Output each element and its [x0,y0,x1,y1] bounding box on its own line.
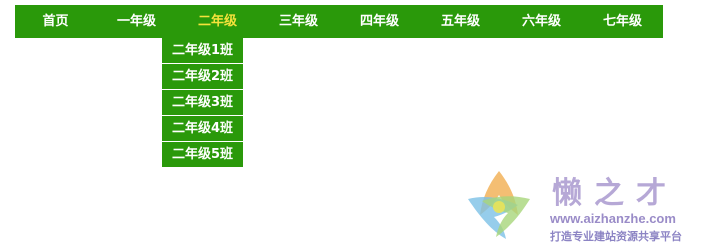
page: 首页 一年级 二年级 三年级 四年级 五年级 六年级 七年级 二年级1班 二年级… [0,0,703,245]
nav-item-grade-5[interactable]: 五年级 [420,5,501,38]
nav-item-label: 七年级 [602,14,642,29]
nav-item-grade-2[interactable]: 二年级 [177,5,258,38]
nav-item-grade-3[interactable]: 三年级 [258,5,339,38]
nav-item-label: 首页 [42,14,69,29]
watermark-logo-icon [468,171,530,239]
dropdown-item-class-5[interactable]: 二年级5班 [162,142,243,167]
nav-item-grade-4[interactable]: 四年级 [339,5,420,38]
nav-item-label: 四年级 [359,14,399,29]
watermark-tagline: 打造专业建站资源共享平台 [550,230,682,243]
grade-2-dropdown-menu: 二年级1班 二年级2班 二年级3班 二年级4班 二年级5班 [162,38,243,168]
dropdown-item-class-3[interactable]: 二年级3班 [162,90,243,115]
nav-item-label: 二年级 [197,14,237,29]
main-nav: 首页 一年级 二年级 三年级 四年级 五年级 六年级 七年级 [15,5,663,38]
watermark-url: www.aizhanzhe.com [550,211,676,226]
dropdown-item-class-1[interactable]: 二年级1班 [162,38,243,63]
nav-item-label: 五年级 [440,14,480,29]
nav-item-home[interactable]: 首页 [15,5,96,38]
nav-item-label: 六年级 [521,14,561,29]
watermark-title: 懒之才 [552,176,678,211]
watermark: 懒之才 www.aizhanzhe.com 打造专业建站资源共享平台 [460,165,700,243]
nav-item-grade-1[interactable]: 一年级 [96,5,177,38]
nav-item-label: 一年级 [116,14,156,29]
nav-item-label: 三年级 [278,14,318,29]
dropdown-item-class-4[interactable]: 二年级4班 [162,116,243,141]
dropdown-item-class-2[interactable]: 二年级2班 [162,64,243,89]
nav-item-grade-6[interactable]: 六年级 [501,5,582,38]
nav-item-grade-7[interactable]: 七年级 [582,5,663,38]
